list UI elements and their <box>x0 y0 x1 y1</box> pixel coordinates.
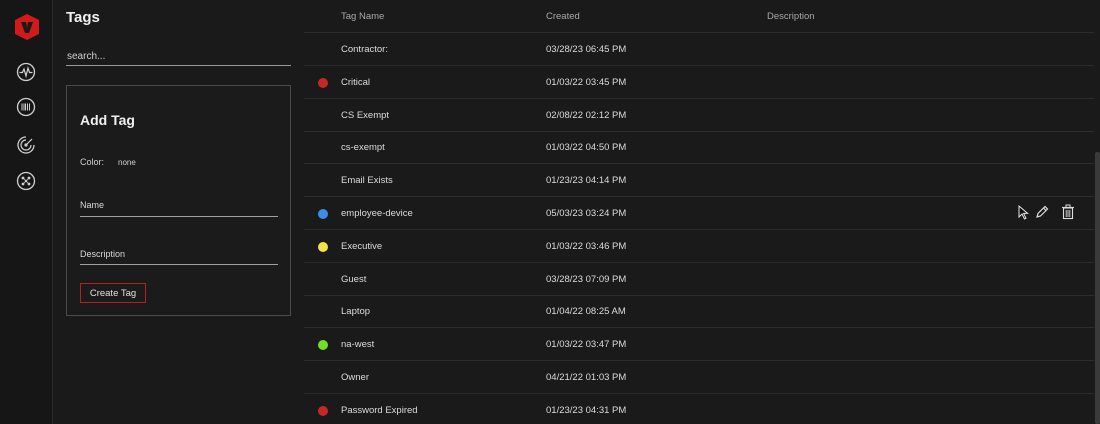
column-header-description[interactable]: Description <box>767 11 815 22</box>
barcode-icon[interactable] <box>16 97 36 117</box>
activity-pulse-icon[interactable] <box>16 62 36 82</box>
tags-panel: Tags Add Tag Color: none Name Description… <box>53 0 304 424</box>
created-date-cell: 01/23/23 04:31 PM <box>546 404 627 416</box>
tag-color-dot <box>318 241 328 252</box>
tag-name-cell: employee-device <box>341 208 413 219</box>
color-value[interactable]: none <box>118 158 136 167</box>
created-date-cell: 05/03/23 03:24 PM <box>546 208 627 219</box>
tag-name-cell: Guest <box>341 273 367 285</box>
color-picker[interactable]: Color: none <box>80 157 136 167</box>
tag-name-cell: Laptop <box>341 306 371 318</box>
table-row[interactable]: Email Exists 01/23/23 04:14 PM <box>304 164 1094 198</box>
tag-name-cell: cs-exempt <box>341 142 385 154</box>
tag-color-dot <box>318 340 328 351</box>
trash-icon[interactable] <box>1061 204 1075 220</box>
tag-color-dot <box>318 77 328 88</box>
table-row[interactable]: Owner 04/21/22 01:03 PM <box>304 361 1094 394</box>
tag-name-cell: Executive <box>341 240 383 252</box>
name-field[interactable]: Name <box>80 200 104 210</box>
table-row[interactable]: Contractor: 03/28/23 06:45 PM <box>304 33 1094 66</box>
tag-name-cell: Owner <box>341 372 369 383</box>
table-row[interactable]: Critical 01/03/22 03:45 PM <box>304 66 1094 99</box>
tag-name-cell: Critical <box>341 76 371 88</box>
radar-icon[interactable] <box>16 135 36 155</box>
color-label: Color: <box>80 157 105 167</box>
tag-name-cell: Password Expired <box>341 404 418 416</box>
created-date-cell: 04/21/22 01:03 PM <box>546 372 627 383</box>
table-header: Tag Name Created Description <box>304 0 1094 33</box>
description-field[interactable]: Description <box>80 249 125 259</box>
pointer-cursor-icon <box>1018 205 1029 220</box>
tags-table: Tag Name Created Description Contractor:… <box>304 0 1094 424</box>
description-field-underline <box>80 264 278 265</box>
created-date-cell: 01/03/22 04:50 PM <box>546 142 627 154</box>
created-date-cell: 03/28/23 06:45 PM <box>546 44 627 55</box>
edit-pencil-icon[interactable] <box>1034 204 1050 220</box>
page-title: Tags <box>66 9 100 26</box>
create-tag-button[interactable]: Create Tag <box>80 283 146 303</box>
add-tag-heading: Add Tag <box>80 112 135 128</box>
table-row[interactable]: CS Exempt 02/08/22 02:12 PM <box>304 99 1094 132</box>
created-date-cell: 01/03/22 03:46 PM <box>546 240 627 252</box>
scrollbar-thumb[interactable] <box>1095 152 1100 424</box>
brand-logo-icon[interactable] <box>14 13 40 41</box>
created-date-cell: 03/28/23 07:09 PM <box>546 273 627 285</box>
table-row[interactable]: na-west 01/03/22 03:47 PM <box>304 328 1094 362</box>
created-date-cell: 01/03/22 03:47 PM <box>546 339 627 351</box>
table-row[interactable]: employee-device 05/03/23 03:24 PM <box>304 197 1094 230</box>
search-input[interactable] <box>66 47 291 66</box>
column-header-tag-name[interactable]: Tag Name <box>341 11 384 22</box>
network-globe-icon[interactable] <box>16 171 36 191</box>
table-row[interactable]: Guest 03/28/23 07:09 PM <box>304 263 1094 296</box>
tag-name-cell: na-west <box>341 339 375 351</box>
created-date-cell: 02/08/22 02:12 PM <box>546 109 627 121</box>
name-field-underline <box>80 216 278 217</box>
table-row[interactable]: Password Expired 01/23/23 04:31 PM <box>304 394 1094 424</box>
created-date-cell: 01/04/22 08:25 AM <box>546 306 626 318</box>
nav-rail <box>0 0 53 424</box>
tag-name-cell: CS Exempt <box>341 109 390 121</box>
add-tag-card: Add Tag Color: none Name Description Crea… <box>66 85 291 316</box>
table-row[interactable]: Executive 01/03/22 03:46 PM <box>304 230 1094 263</box>
created-date-cell: 01/23/23 04:14 PM <box>546 175 627 187</box>
tag-name-cell: Email Exists <box>341 175 393 187</box>
table-row[interactable]: Laptop 01/04/22 08:25 AM <box>304 295 1094 329</box>
column-header-created[interactable]: Created <box>546 11 580 22</box>
tag-color-dot <box>318 209 328 219</box>
tag-color-dot <box>318 405 328 416</box>
row-actions <box>1018 204 1078 224</box>
tag-name-cell: Contractor: <box>341 44 388 55</box>
table-row[interactable]: cs-exempt 01/03/22 04:50 PM <box>304 131 1094 165</box>
created-date-cell: 01/03/22 03:45 PM <box>546 76 627 88</box>
